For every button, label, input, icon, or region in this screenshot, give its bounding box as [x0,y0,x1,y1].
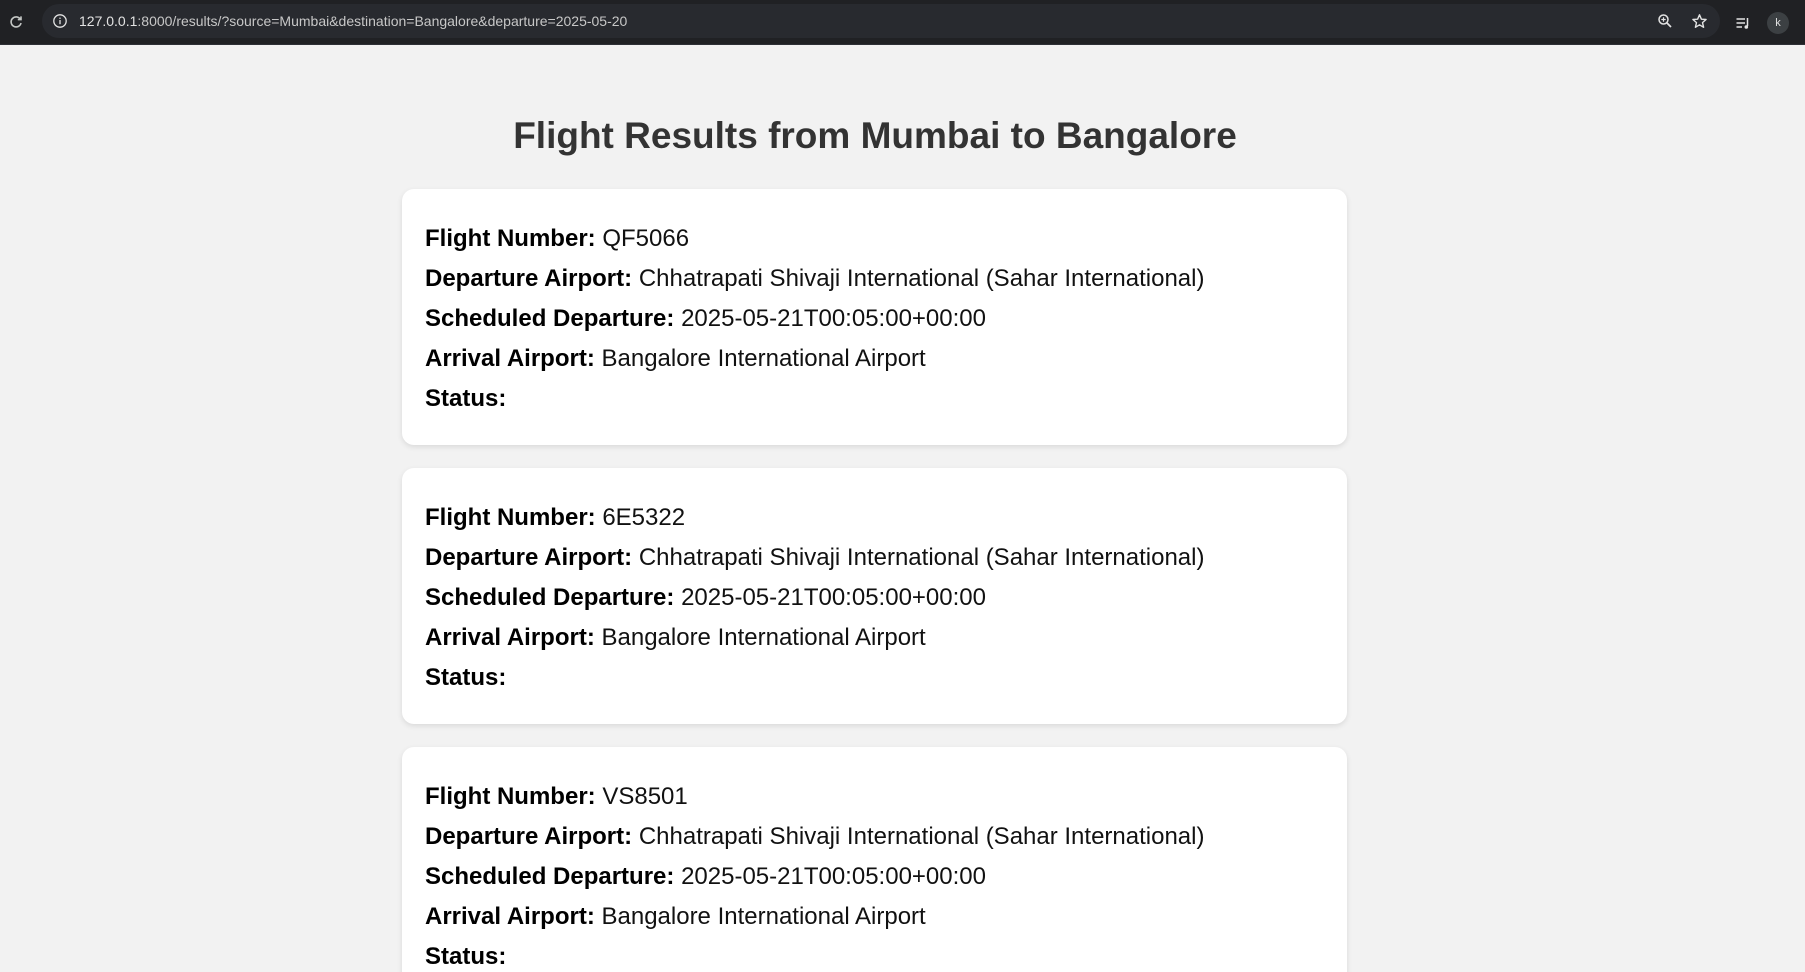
departure-airport-label: Departure Airport: [425,544,633,571]
flight-number-label: Flight Number: [425,504,596,531]
url-host: 127.0.0.1 [79,13,138,29]
arrival-airport-value: Bangalore International Airport [601,624,926,651]
scheduled-departure-row: Scheduled Departure: 2025-05-21T00:05:00… [425,857,1324,897]
arrival-airport-label: Arrival Airport: [425,903,595,930]
flight-number-label: Flight Number: [425,783,596,810]
address-bar[interactable]: 127.0.0.1:8000/results/?source=Mumbai&de… [42,4,1720,38]
departure-airport-row: Departure Airport: Chhatrapati Shivaji I… [425,817,1324,857]
arrival-airport-label: Arrival Airport: [425,345,595,372]
flight-card: Flight Number: QF5066 Departure Airport:… [402,189,1347,445]
profile-initial: k [1775,16,1781,29]
departure-airport-value: Chhatrapati Shivaji International (Sahar… [638,544,1205,571]
scheduled-departure-value: 2025-05-21T00:05:00+00:00 [681,863,986,890]
status-row: Status: [425,937,1324,972]
status-row: Status: [425,658,1324,698]
departure-airport-value: Chhatrapati Shivaji International (Sahar… [638,823,1205,850]
status-label: Status: [425,385,507,412]
scheduled-departure-row: Scheduled Departure: 2025-05-21T00:05:00… [425,299,1324,339]
toolbar-right: k [1735,0,1789,45]
flight-number-row: Flight Number: 6E5322 [425,498,1324,538]
departure-airport-value: Chhatrapati Shivaji International (Sahar… [638,265,1205,292]
flight-number-row: Flight Number: VS8501 [425,777,1324,817]
site-info-icon[interactable] [50,11,70,31]
departure-airport-row: Departure Airport: Chhatrapati Shivaji I… [425,259,1324,299]
flight-number-value: VS8501 [602,783,688,810]
scheduled-departure-row: Scheduled Departure: 2025-05-21T00:05:00… [425,578,1324,618]
arrival-airport-row: Arrival Airport: Bangalore International… [425,618,1324,658]
url-text[interactable]: 127.0.0.1:8000/results/?source=Mumbai&de… [79,13,627,29]
flight-number-value: QF5066 [602,225,690,252]
arrival-airport-value: Bangalore International Airport [601,903,926,930]
bookmark-star-icon[interactable] [1691,13,1708,30]
scheduled-departure-value: 2025-05-21T00:05:00+00:00 [681,584,986,611]
departure-airport-row: Departure Airport: Chhatrapati Shivaji I… [425,538,1324,578]
status-label: Status: [425,943,507,970]
reload-icon[interactable] [0,0,32,45]
arrival-airport-row: Arrival Airport: Bangalore International… [425,339,1324,379]
arrival-airport-label: Arrival Airport: [425,624,595,651]
arrival-airport-row: Arrival Airport: Bangalore International… [425,897,1324,937]
flight-number-value: 6E5322 [602,504,686,531]
flight-card: Flight Number: 6E5322 Departure Airport:… [402,468,1347,724]
scheduled-departure-label: Scheduled Departure: [425,863,675,890]
zoom-icon[interactable] [1657,13,1673,29]
omnibox-actions [1657,4,1708,38]
status-label: Status: [425,664,507,691]
flight-number-row: Flight Number: QF5066 [425,219,1324,259]
flight-number-label: Flight Number: [425,225,596,252]
page-title: Flight Results from Mumbai to Bangalore [513,115,1237,156]
profile-avatar[interactable]: k [1767,11,1789,34]
url-path: :8000/results/?source=Mumbai&destination… [137,13,628,29]
scheduled-departure-label: Scheduled Departure: [425,305,675,332]
reading-list-icon[interactable] [1735,15,1751,31]
flight-card: Flight Number: VS8501 Departure Airport:… [402,747,1347,972]
departure-airport-label: Departure Airport: [425,823,633,850]
arrival-airport-value: Bangalore International Airport [601,345,926,372]
results-page: Flight Results from Mumbai to Bangalore … [0,45,1805,972]
scheduled-departure-label: Scheduled Departure: [425,584,675,611]
departure-airport-label: Departure Airport: [425,265,633,292]
status-row: Status: [425,379,1324,419]
scheduled-departure-value: 2025-05-21T00:05:00+00:00 [681,305,986,332]
browser-toolbar: 127.0.0.1:8000/results/?source=Mumbai&de… [0,0,1805,45]
